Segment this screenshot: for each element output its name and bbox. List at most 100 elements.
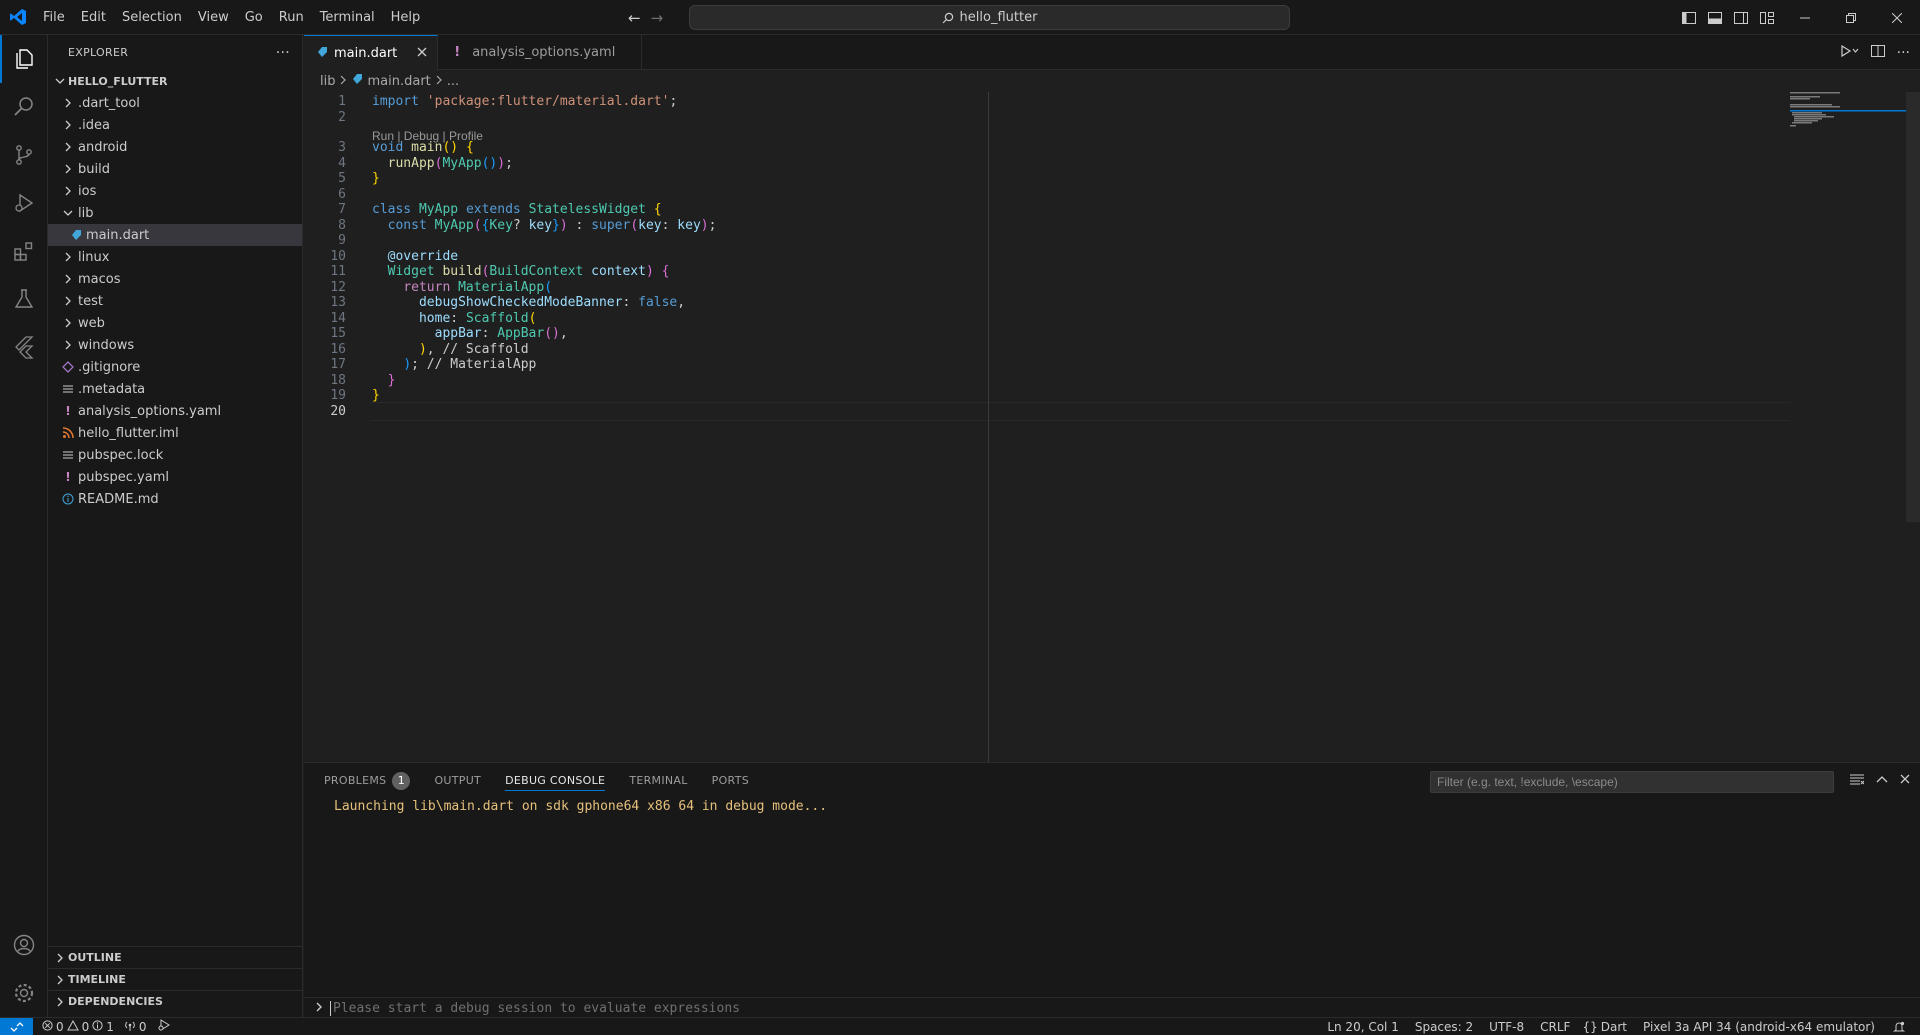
maximize-panel-icon[interactable] (1876, 773, 1888, 788)
clear-console-icon[interactable] (1850, 773, 1865, 789)
breadcrumb-file[interactable]: main.dart (367, 74, 430, 89)
tree-item[interactable]: web (48, 312, 302, 334)
toggle-primary-sidebar-icon[interactable] (1680, 9, 1698, 27)
code-token: runApp (387, 156, 435, 171)
encoding-status[interactable]: UTF-8 (1484, 1018, 1529, 1035)
tree-item[interactable]: .metadata (48, 378, 302, 400)
menu-selection[interactable]: Selection (114, 0, 190, 35)
indentation-status[interactable]: Spaces: 2 (1410, 1018, 1478, 1035)
tab-terminal[interactable]: TERMINAL (629, 763, 687, 798)
menu-run[interactable]: Run (271, 0, 312, 35)
tree-item[interactable]: README.md (48, 488, 302, 510)
toggle-panel-icon[interactable] (1706, 9, 1724, 27)
tree-item[interactable]: .gitignore (48, 356, 302, 378)
notifications-bell-icon[interactable] (1888, 1018, 1910, 1035)
code-token: } (372, 171, 380, 186)
extensions-icon[interactable] (0, 227, 48, 275)
tree-item[interactable]: main.dart (48, 224, 302, 246)
split-editor-icon[interactable] (1870, 44, 1885, 61)
tree-item-label: main.dart (86, 227, 150, 243)
forward-arrow-icon[interactable]: → (651, 9, 664, 27)
menu-terminal[interactable]: Terminal (312, 0, 383, 35)
debug-console-filter-input[interactable]: Filter (e.g. text, !exclude, \escape) (1430, 771, 1834, 793)
menu-view[interactable]: View (190, 0, 237, 35)
chevron-right-icon (60, 161, 76, 177)
tab-analysis-options[interactable]: ! analysis_options.yaml (438, 35, 643, 70)
tab-problems[interactable]: PROBLEMS 1 (324, 763, 411, 798)
tree-item-label: .gitignore (78, 359, 141, 375)
tree-item[interactable]: ios (48, 180, 302, 202)
workspace-root[interactable]: HELLO_FLUTTER (48, 70, 302, 92)
close-window-icon[interactable] (1874, 0, 1920, 35)
search-icon[interactable] (0, 83, 48, 131)
tab-main-dart[interactable]: main.dart (304, 35, 439, 71)
tree-item[interactable]: hello_flutter.iml (48, 422, 302, 444)
back-arrow-icon[interactable]: ← (628, 9, 641, 27)
tree-item[interactable]: lib (48, 202, 302, 224)
run-debug-icon[interactable] (0, 179, 48, 227)
code-token: import (372, 94, 427, 109)
minimap[interactable] (1790, 92, 1910, 152)
tree-item[interactable]: macos (48, 268, 302, 290)
tree-item[interactable]: linux (48, 246, 302, 268)
accounts-icon[interactable] (0, 921, 48, 969)
tab-debug-console[interactable]: DEBUG CONSOLE (505, 763, 606, 798)
breadcrumb-folder[interactable]: lib (320, 74, 335, 89)
code-token: MyApp (434, 218, 474, 233)
remote-indicator-icon[interactable] (0, 1017, 33, 1035)
tree-item[interactable]: ! pubspec.yaml (48, 466, 302, 488)
device-selector[interactable]: Pixel 3a API 34 (android-x64 emulator) (1638, 1018, 1880, 1035)
code-token: debugShowCheckedModeBanner (418, 295, 623, 310)
close-tab-icon[interactable] (417, 46, 427, 61)
language-mode[interactable]: {} Dart (1577, 1018, 1632, 1035)
code-editor[interactable]: Run | Debug | Profile 1 import 'package:f… (304, 92, 1904, 762)
more-actions-icon[interactable]: ··· (276, 45, 290, 61)
code-token: key (528, 218, 553, 233)
tree-item[interactable]: .idea (48, 114, 302, 136)
menu-edit[interactable]: Edit (73, 0, 114, 35)
tree-item[interactable]: android (48, 136, 302, 158)
flutter-icon[interactable] (0, 323, 48, 371)
tree-item[interactable]: test (48, 290, 302, 312)
line-number: 20 (330, 404, 346, 419)
menu-help[interactable]: Help (383, 0, 429, 35)
eol-status[interactable]: CRLF (1535, 1018, 1575, 1035)
restore-icon[interactable] (1828, 0, 1874, 35)
more-actions-icon[interactable]: ··· (1897, 45, 1910, 61)
tree-item[interactable]: windows (48, 334, 302, 356)
customize-layout-icon[interactable] (1758, 9, 1776, 27)
source-control-icon[interactable] (0, 131, 48, 179)
editor-scrollbar[interactable] (1906, 92, 1920, 522)
menu-file[interactable]: File (35, 0, 73, 35)
breadcrumb-symbol[interactable]: ... (447, 74, 459, 89)
debug-console-input[interactable] (330, 1000, 1130, 1016)
tree-item[interactable]: pubspec.lock (48, 444, 302, 466)
tree-item[interactable]: .dart_tool (48, 92, 302, 114)
code-token: void (372, 140, 412, 155)
settings-gear-icon[interactable] (0, 969, 48, 1017)
forwarded-ports-status[interactable]: 0 (119, 1018, 152, 1035)
testing-icon[interactable] (0, 275, 48, 323)
problems-status[interactable]: 0 0 1 (37, 1018, 119, 1035)
code-token: ) (497, 156, 506, 171)
cursor-position[interactable]: Ln 20, Col 1 (1322, 1018, 1404, 1035)
timeline-section[interactable]: TIMELINE (48, 968, 302, 990)
explorer-icon[interactable] (0, 35, 48, 83)
run-debug-dropdown-icon[interactable] (1839, 44, 1859, 62)
tree-item-label: build (78, 161, 110, 177)
minimize-icon[interactable] (1782, 0, 1828, 35)
menu-go[interactable]: Go (237, 0, 271, 35)
toggle-secondary-sidebar-icon[interactable] (1732, 9, 1750, 27)
tree-item[interactable]: build (48, 158, 302, 180)
tab-output[interactable]: OUTPUT (434, 763, 481, 798)
debug-launch-status[interactable] (152, 1018, 175, 1035)
chevron-right-icon (339, 74, 347, 89)
close-panel-icon[interactable] (1900, 773, 1910, 788)
tab-ports[interactable]: PORTS (712, 763, 749, 798)
panel-tab-label: DEBUG CONSOLE (505, 774, 606, 787)
tree-item[interactable]: ! analysis_options.yaml (48, 400, 302, 422)
command-center-search[interactable]: hello_flutter (689, 5, 1290, 30)
panel-tab-label: PORTS (711, 774, 749, 787)
outline-section[interactable]: OUTLINE (48, 946, 302, 968)
dependencies-section[interactable]: DEPENDENCIES (48, 990, 302, 1012)
